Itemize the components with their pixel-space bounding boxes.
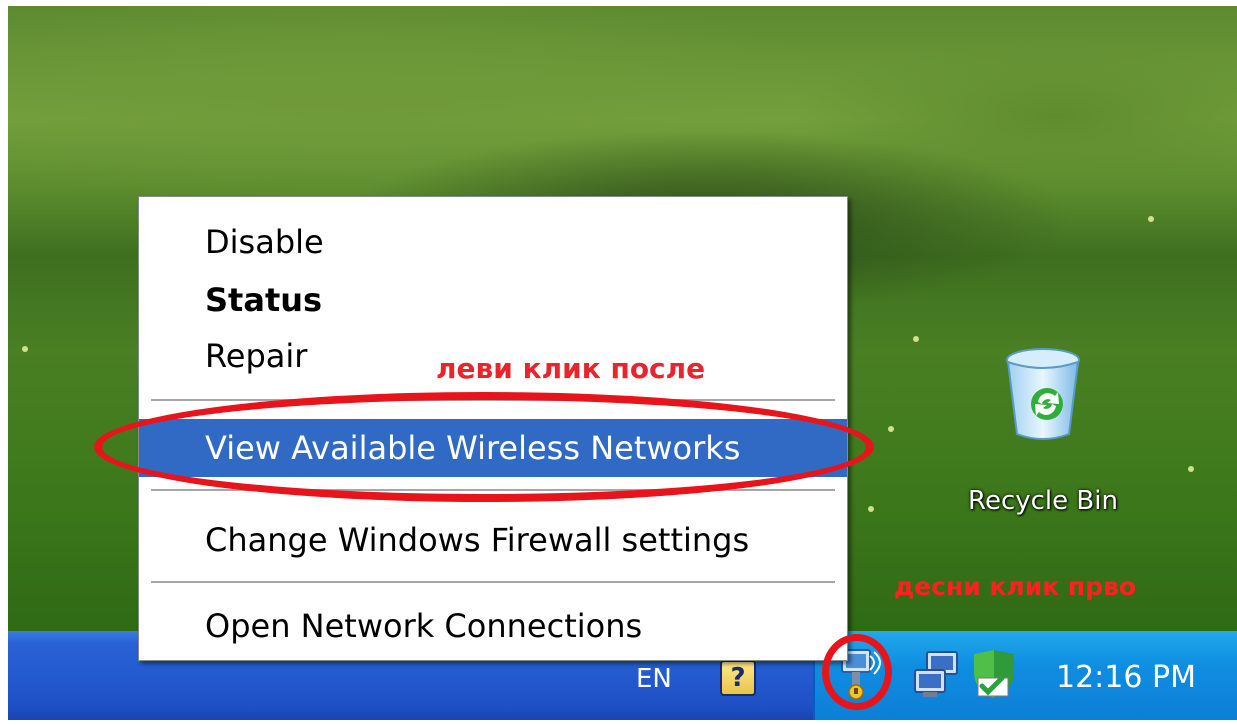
security-center-icon[interactable] [970,648,1016,700]
language-indicator[interactable]: EN [636,664,672,694]
annotation-ellipse-highlight [94,392,874,502]
annotation-left-click-after: леви клик после [436,352,706,385]
recycle-bin-icon [1006,348,1080,440]
network-connection-icon[interactable] [913,648,963,702]
menu-item-disable[interactable]: Disable [139,213,847,271]
screenshot-frame: Recycle Bin EN ? 12:16 PM Disable Status… [8,6,1237,720]
recycle-bin-desktop-icon[interactable]: Recycle Bin [968,346,1118,536]
menu-item-status[interactable]: Status [139,271,847,329]
system-clock[interactable]: 12:16 PM [1056,660,1196,695]
annotation-circle-tray-icon [822,634,892,710]
menu-item-open-network-connections[interactable]: Open Network Connections [139,597,847,655]
help-icon[interactable]: ? [720,660,756,696]
menu-separator [151,581,835,583]
recycle-bin-label: Recycle Bin [968,486,1118,516]
menu-item-change-firewall-settings[interactable]: Change Windows Firewall settings [139,511,847,569]
annotation-right-click-first: десни клик прво [894,572,1137,601]
